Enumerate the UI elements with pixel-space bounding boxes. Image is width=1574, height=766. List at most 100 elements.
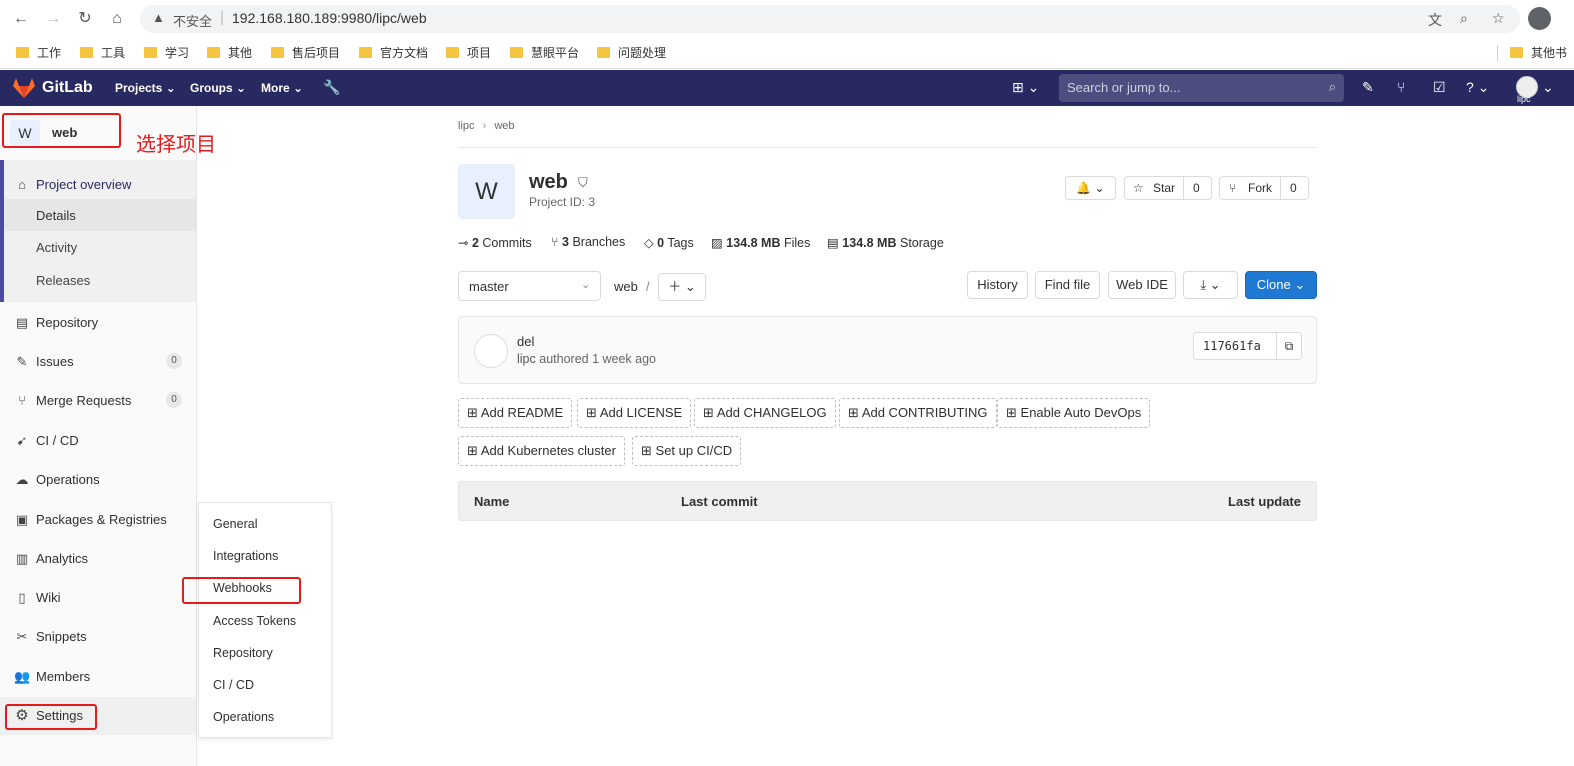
download-dropdown[interactable]: ⤓ ⌄ — [1183, 271, 1238, 299]
more-menu[interactable]: More ⌄ — [261, 81, 303, 95]
stat-branches[interactable]: ⑂ 3 Branches — [551, 235, 625, 249]
path-root[interactable]: web — [614, 279, 638, 294]
fork-button[interactable]: ⑂ Fork 0 — [1219, 176, 1309, 200]
cloud-gear-icon: ☁ — [15, 472, 29, 487]
sidebar-item-wiki[interactable]: ▯ Wiki — [0, 579, 196, 617]
bookmark-folder[interactable]: 售后项目 — [271, 44, 340, 62]
breadcrumb-item[interactable]: web — [494, 120, 514, 132]
flyout-item-integrations[interactable]: Integrations — [213, 549, 278, 563]
stat-commits[interactable]: ⊸ 2 Commits — [458, 235, 532, 250]
sidebar-item-snippets[interactable]: ✂ Snippets — [0, 618, 196, 656]
commit-meta: lipc authored 1 week ago — [517, 352, 657, 366]
sidebar-item-operations[interactable]: ☁ Operations — [0, 461, 196, 499]
add-kubernetes-button[interactable]: ⊞ Add Kubernetes cluster — [458, 436, 625, 466]
add-changelog-button[interactable]: ⊞ Add CHANGELOG — [694, 398, 836, 428]
tag-icon: ◇ — [644, 236, 654, 250]
add-readme-button[interactable]: ⊞ Add README — [458, 398, 573, 428]
branch-selector[interactable]: master ⌄ — [458, 271, 601, 301]
enable-auto-devops-button[interactable]: ⊞ Enable Auto DevOps — [997, 398, 1151, 428]
notification-button[interactable]: 🔔 ⌄ — [1065, 176, 1116, 200]
avatar-alt-text: lipc — [1517, 94, 1531, 104]
clone-button[interactable]: Clone ⌄ — [1245, 271, 1317, 299]
new-item-icon[interactable]: ⊞ ⌄ — [1012, 79, 1039, 96]
bookmark-folder[interactable]: 问题处理 — [597, 44, 666, 62]
find-file-button[interactable]: Find file — [1035, 271, 1100, 299]
flyout-item-repository[interactable]: Repository — [213, 646, 273, 660]
annotation-box-webhooks — [182, 577, 301, 604]
sidebar-item-packages[interactable]: ▣ Packages & Registries — [0, 501, 196, 539]
issues-icon[interactable]: ✎ — [1362, 79, 1374, 96]
reload-icon[interactable]: ↻ — [74, 8, 96, 30]
address-bar[interactable]: ▲ 不安全 | 192.168.180.189:9980/lipc/web 文 … — [140, 5, 1520, 33]
flyout-item-access-tokens[interactable]: Access Tokens — [213, 614, 296, 628]
groups-menu[interactable]: Groups ⌄ — [190, 81, 246, 95]
bookmark-folder[interactable]: 学习 — [144, 44, 189, 62]
annotation-box-project — [2, 113, 121, 148]
bookmark-folder[interactable]: 官方文档 — [359, 44, 428, 62]
sidebar-subitem-releases[interactable]: Releases — [36, 273, 90, 288]
projects-menu[interactable]: Projects ⌄ — [115, 81, 176, 95]
breadcrumb-item[interactable]: lipc — [458, 120, 475, 132]
merge-requests-icon[interactable]: ⑂ — [1397, 79, 1405, 95]
sidebar-item-members[interactable]: 👥 Members — [0, 658, 196, 696]
chevron-down-icon[interactable]: ⌄ — [1542, 79, 1554, 96]
folder-icon — [359, 47, 372, 58]
stat-tags[interactable]: ◇ 0 Tags — [644, 235, 694, 250]
issues-icon: ✎ — [16, 354, 28, 369]
plus-square-icon: ⊞ — [467, 405, 478, 420]
bookmark-folder[interactable]: 工具 — [80, 44, 125, 62]
stat-storage[interactable]: ▤ 134.8 MB Storage — [827, 235, 944, 250]
star-bookmark-icon[interactable]: ☆ — [1492, 10, 1505, 27]
stat-files[interactable]: ▨ 134.8 MB Files — [711, 235, 810, 250]
back-icon[interactable]: ← — [10, 8, 32, 30]
sidebar-item-ci-cd[interactable]: ➹ CI / CD — [0, 422, 196, 460]
folder-icon — [446, 47, 459, 58]
help-icon[interactable]: ? ⌄ — [1466, 79, 1489, 96]
sidebar-item-repository[interactable]: ▤ Repository — [0, 304, 196, 342]
search-input[interactable]: Search or jump to... ⌕ — [1059, 74, 1344, 102]
insecure-label: 不安全 — [173, 14, 213, 29]
browser-toolbar: ← → ↻ ⌂ ▲ 不安全 | 192.168.180.189:9980/lip… — [0, 0, 1574, 37]
bookmark-divider — [1497, 45, 1498, 61]
sidebar-item-merge-requests[interactable]: ⑂ Merge Requests 0 — [0, 382, 196, 420]
commit-sha[interactable]: 117661fa ⧉ — [1193, 332, 1302, 360]
commit-title[interactable]: del — [517, 334, 534, 349]
folder-icon — [510, 47, 523, 58]
folder-icon — [271, 47, 284, 58]
home-icon[interactable]: ⌂ — [106, 8, 128, 30]
commit-author[interactable]: lipc — [517, 352, 536, 366]
web-ide-button[interactable]: Web IDE — [1108, 271, 1176, 299]
bookmark-folder[interactable]: 慧眼平台 — [510, 44, 579, 62]
profile-icon[interactable] — [1528, 7, 1551, 30]
sidebar-item-issues[interactable]: ✎ Issues 0 — [0, 343, 196, 381]
gitlab-brand[interactable]: GitLab — [42, 79, 93, 97]
merge-request-icon: ⑂ — [18, 393, 26, 408]
other-bookmarks[interactable]: 其他书 — [1510, 44, 1567, 62]
flyout-item-ci-cd[interactable]: CI / CD — [213, 678, 254, 692]
add-file-dropdown[interactable]: ＋ ⌄ — [658, 273, 706, 301]
sidebar-subitem-details[interactable]: Details — [36, 208, 76, 223]
admin-wrench-icon[interactable]: 🔧 — [323, 79, 340, 96]
bookmark-folder[interactable]: 其他 — [207, 44, 252, 62]
folder-icon — [144, 47, 157, 58]
todos-icon[interactable]: ☑ — [1433, 79, 1446, 96]
forward-icon[interactable]: → — [42, 8, 64, 30]
bookmark-folder[interactable]: 工作 — [16, 44, 61, 62]
divider — [458, 147, 1317, 148]
star-button[interactable]: ☆ Star 0 — [1124, 176, 1212, 200]
add-contributing-button[interactable]: ⊞ Add CONTRIBUTING — [839, 398, 997, 428]
sidebar-item-analytics[interactable]: ▥ Analytics — [0, 540, 196, 578]
gitlab-logo-icon[interactable] — [13, 78, 35, 98]
add-license-button[interactable]: ⊞ Add LICENSE — [577, 398, 692, 428]
sidebar-subitem-activity[interactable]: Activity — [36, 240, 77, 255]
bookmark-folder[interactable]: 项目 — [446, 44, 491, 62]
copy-icon[interactable]: ⧉ — [1276, 333, 1301, 359]
setup-ci-cd-button[interactable]: ⊞ Set up CI/CD — [632, 436, 742, 466]
project-avatar-large: W — [458, 164, 515, 219]
url-text[interactable]: 192.168.180.189:9980/lipc/web — [232, 10, 427, 26]
flyout-item-operations[interactable]: Operations — [213, 710, 274, 724]
flyout-item-general[interactable]: General — [213, 517, 257, 531]
translate-icon[interactable]: 文 — [1428, 10, 1442, 30]
zoom-icon[interactable]: ⌕ — [1460, 10, 1468, 27]
history-button[interactable]: History — [967, 271, 1028, 299]
